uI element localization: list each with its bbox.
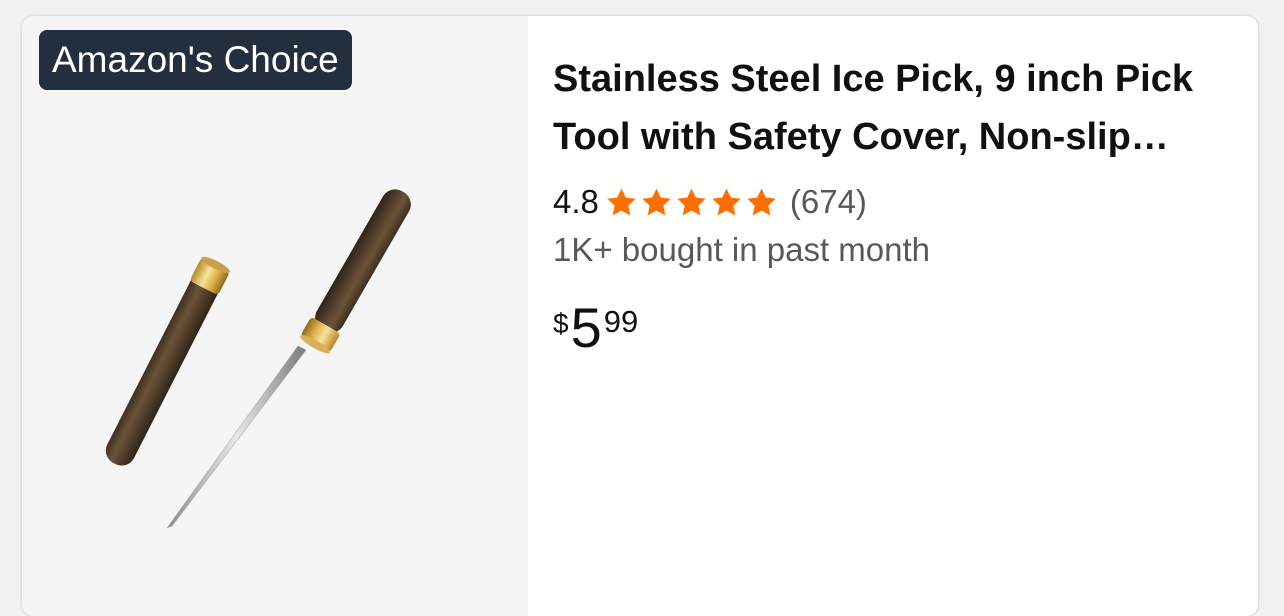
product-title[interactable]: Stainless Steel Ice Pick, 9 inch Pick To…: [553, 50, 1233, 166]
star-rating: [605, 186, 780, 219]
review-count[interactable]: (674): [790, 183, 867, 221]
price: $ 5 99: [553, 296, 1233, 360]
rating-value: 4.8: [553, 183, 599, 220]
star-icon: [712, 187, 741, 215]
amazons-choice-badge: Amazon's Choice: [39, 30, 352, 90]
star-icon: [642, 187, 671, 215]
product-image[interactable]: [22, 16, 528, 616]
pick-cover: [105, 256, 231, 466]
price-whole: 5: [570, 296, 602, 359]
bought-in-past-month: 1K+ bought in past month: [553, 231, 931, 268]
rating-row[interactable]: 4.8 (674): [553, 180, 1233, 224]
star-icon: [677, 187, 706, 215]
product-info: Stainless Steel Ice Pick, 9 inch Pick To…: [553, 50, 1233, 360]
price-fraction: 99: [603, 304, 639, 339]
star-icon: [747, 187, 776, 215]
pick-handle: [300, 189, 411, 354]
pick-spike: [166, 345, 307, 529]
star-icon: [607, 187, 636, 215]
product-image-panel[interactable]: Amazon's Choice: [22, 16, 528, 616]
price-currency-symbol: $: [553, 308, 569, 339]
product-card[interactable]: Amazon's Choice Stainless Steel Ice Pick…: [22, 16, 1258, 616]
